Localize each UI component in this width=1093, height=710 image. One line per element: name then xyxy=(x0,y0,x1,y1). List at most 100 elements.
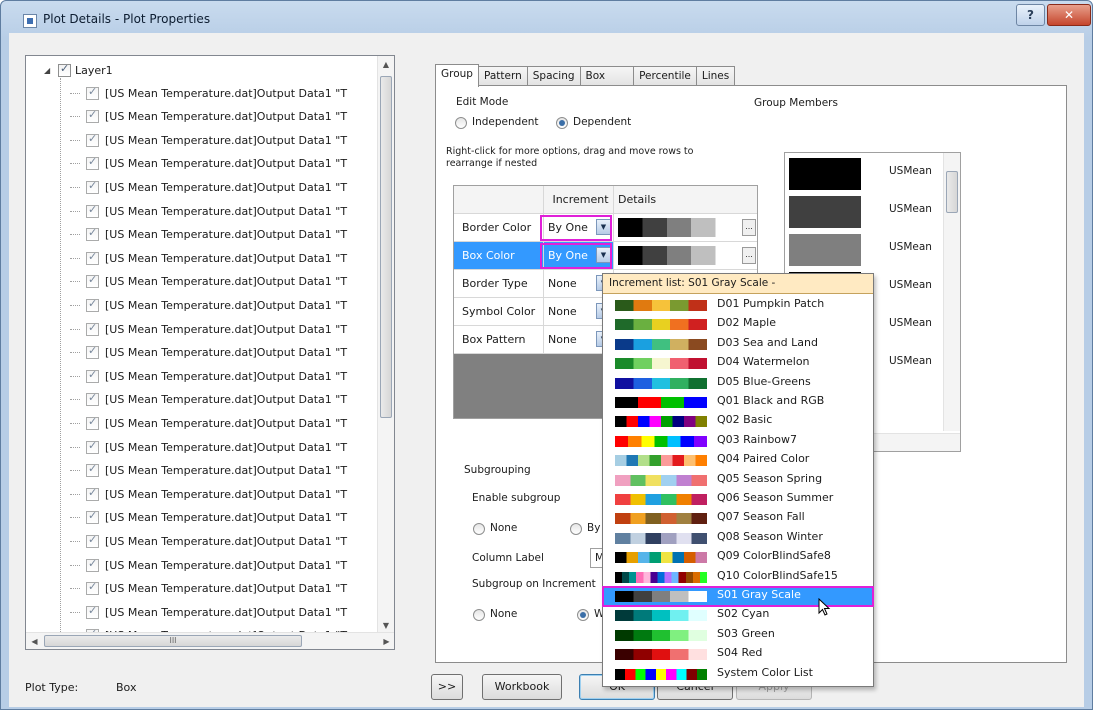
independent-radio[interactable] xyxy=(455,117,467,129)
plot-checkbox[interactable] xyxy=(86,391,99,407)
plot-checkbox[interactable] xyxy=(86,462,99,478)
plot-checkbox[interactable] xyxy=(86,250,99,265)
details-browse-button[interactable]: ... xyxy=(742,219,756,236)
plot-checkbox[interactable] xyxy=(86,321,99,336)
plot-checkbox[interactable] xyxy=(86,509,99,525)
tree-item[interactable]: [US Mean Temperature.dat]Output Data1 "T xyxy=(70,84,347,102)
palette-item[interactable]: D01 Pumpkin Patch xyxy=(603,296,873,315)
plot-tree[interactable]: ◢ Layer1 [US Mean Temperature.dat]Output… xyxy=(25,55,395,650)
palette-item[interactable]: S04 Red xyxy=(603,645,873,664)
plot-checkbox[interactable] xyxy=(86,439,99,454)
palette-item[interactable]: System Color List xyxy=(603,665,873,684)
tree-item[interactable]: [US Mean Temperature.dat]Output Data1 "T xyxy=(70,320,347,338)
member-color-swatch[interactable] xyxy=(789,158,861,190)
plot-checkbox[interactable] xyxy=(86,486,99,501)
hscroll-thumb[interactable]: III xyxy=(44,635,302,647)
tree-item[interactable]: [US Mean Temperature.dat]Output Data1 "T xyxy=(70,462,347,480)
plot-checkbox[interactable] xyxy=(86,415,99,430)
palette-item[interactable]: Q04 Paired Color xyxy=(603,451,873,470)
dependent-label[interactable]: Dependent xyxy=(573,116,631,128)
tree-horizontal-scrollbar[interactable]: ◀ III ▶ xyxy=(26,632,394,649)
title-bar[interactable]: Plot Details - Plot Properties ? ✕ xyxy=(1,1,1092,35)
palette-item[interactable]: Q03 Rainbow7 xyxy=(603,432,873,451)
palette-item[interactable]: Q05 Season Spring xyxy=(603,471,873,490)
palette-item[interactable]: Q02 Basic xyxy=(603,412,873,431)
plot-checkbox[interactable] xyxy=(86,179,99,194)
tab-pattern[interactable]: Pattern xyxy=(477,66,528,86)
palette-item[interactable]: S02 Cyan xyxy=(603,606,873,625)
tree-item[interactable]: [US Mean Temperature.dat]Output Data1 "T xyxy=(70,532,347,550)
tree-item[interactable]: [US Mean Temperature.dat]Output Data1 "T xyxy=(70,367,347,385)
plot-checkbox[interactable] xyxy=(86,580,99,596)
palette-item[interactable]: D03 Sea and Land xyxy=(603,335,873,354)
subgroup-by-radio[interactable] xyxy=(570,523,582,535)
palette-item[interactable]: S01 Gray Scale xyxy=(602,586,874,607)
tree-item[interactable]: [US Mean Temperature.dat]Output Data1 "T xyxy=(70,178,347,196)
tree-item[interactable]: [US Mean Temperature.dat]Output Data1 "T xyxy=(70,249,347,267)
tree-item[interactable]: [US Mean Temperature.dat]Output Data1 "T xyxy=(70,131,347,149)
palette-item[interactable]: Q08 Season Winter xyxy=(603,529,873,548)
member-color-swatch[interactable] xyxy=(789,196,861,228)
plot-checkbox[interactable] xyxy=(86,226,99,242)
subgroup-none-label[interactable]: None xyxy=(490,522,517,534)
palette-item[interactable]: Q07 Season Fall xyxy=(603,509,873,528)
palette-item[interactable]: S03 Green xyxy=(603,626,873,645)
plot-checkbox[interactable] xyxy=(86,132,99,147)
tree-item[interactable]: [US Mean Temperature.dat]Output Data1 "T xyxy=(70,485,347,503)
palette-item[interactable]: D02 Maple xyxy=(603,315,873,334)
grid-row-details[interactable]: ... xyxy=(614,242,757,269)
subgroup-none-radio[interactable] xyxy=(473,523,485,535)
plot-checkbox[interactable] xyxy=(86,108,99,124)
tab-box[interactable]: Box xyxy=(579,66,635,86)
tree-root-layer[interactable]: ◢ Layer1 xyxy=(44,62,113,78)
tree-item[interactable]: [US Mean Temperature.dat]Output Data1 "T xyxy=(70,273,347,291)
palette-item[interactable]: Q09 ColorBlindSafe8 xyxy=(603,548,873,567)
increment-wi-radio[interactable] xyxy=(577,609,589,621)
plot-checkbox[interactable] xyxy=(86,368,99,383)
palette-item[interactable]: D04 Watermelon xyxy=(603,354,873,373)
scroll-up-icon[interactable]: ▲ xyxy=(378,56,394,73)
tree-item[interactable]: [US Mean Temperature.dat]Output Data1 "T xyxy=(70,226,347,244)
plot-checkbox[interactable] xyxy=(86,155,99,171)
plot-checkbox[interactable] xyxy=(86,344,99,360)
dependent-radio[interactable] xyxy=(556,117,568,129)
scroll-right-icon[interactable]: ▶ xyxy=(378,633,394,649)
tree-item[interactable]: [US Mean Temperature.dat]Output Data1 "T xyxy=(70,603,347,621)
tab-group[interactable]: Group xyxy=(435,64,479,87)
scroll-left-icon[interactable]: ◀ xyxy=(26,633,43,649)
expand-button[interactable]: >> xyxy=(431,674,463,700)
tree-item[interactable]: [US Mean Temperature.dat]Output Data1 "T xyxy=(70,296,347,314)
increment-none-radio[interactable] xyxy=(473,609,485,621)
member-color-swatch[interactable] xyxy=(789,234,861,266)
plot-checkbox[interactable] xyxy=(86,533,99,548)
color-swatch[interactable] xyxy=(618,218,740,237)
tree-item[interactable]: [US Mean Temperature.dat]Output Data1 "T xyxy=(70,509,347,527)
layer-checkbox[interactable] xyxy=(58,62,71,77)
tree-item[interactable]: [US Mean Temperature.dat]Output Data1 "T xyxy=(70,438,347,456)
scroll-thumb[interactable] xyxy=(380,76,392,418)
increment-none-label[interactable]: None xyxy=(490,608,517,620)
plot-checkbox[interactable] xyxy=(86,604,99,619)
palette-item[interactable]: Q10 ColorBlindSafe15 xyxy=(603,568,873,587)
tab-lines[interactable]: Lines xyxy=(695,66,736,86)
independent-label[interactable]: Independent xyxy=(472,116,539,128)
tree-item[interactable]: [US Mean Temperature.dat]Output Data1 "T xyxy=(70,344,347,362)
plot-checkbox[interactable] xyxy=(86,297,99,312)
grid-row-details[interactable]: ... xyxy=(614,214,757,241)
collapse-icon[interactable]: ◢ xyxy=(44,66,54,75)
increment-list-popup[interactable]: Increment list: S01 Gray Scale - D01 Pum… xyxy=(602,273,874,687)
color-swatch[interactable] xyxy=(618,246,740,265)
palette-item[interactable]: Q06 Season Summer xyxy=(603,490,873,509)
tree-item[interactable]: [US Mean Temperature.dat]Output Data1 "T xyxy=(70,155,347,173)
tree-item[interactable]: [US Mean Temperature.dat]Output Data1 "T xyxy=(70,391,347,409)
tree-item[interactable]: [US Mean Temperature.dat]Output Data1 "T xyxy=(70,556,347,574)
palette-item[interactable]: D05 Blue-Greens xyxy=(603,374,873,393)
members-scroll-thumb[interactable] xyxy=(946,171,958,213)
close-button[interactable]: ✕ xyxy=(1047,4,1091,26)
tree-item[interactable]: [US Mean Temperature.dat]Output Data1 "T xyxy=(70,414,347,432)
tab-spacing[interactable]: Spacing xyxy=(526,66,581,86)
palette-item[interactable]: Q01 Black and RGB xyxy=(603,393,873,412)
help-button[interactable]: ? xyxy=(1016,4,1045,26)
plot-checkbox[interactable] xyxy=(86,557,99,572)
tree-vertical-scrollbar[interactable]: ▲ ▼ xyxy=(377,56,394,634)
